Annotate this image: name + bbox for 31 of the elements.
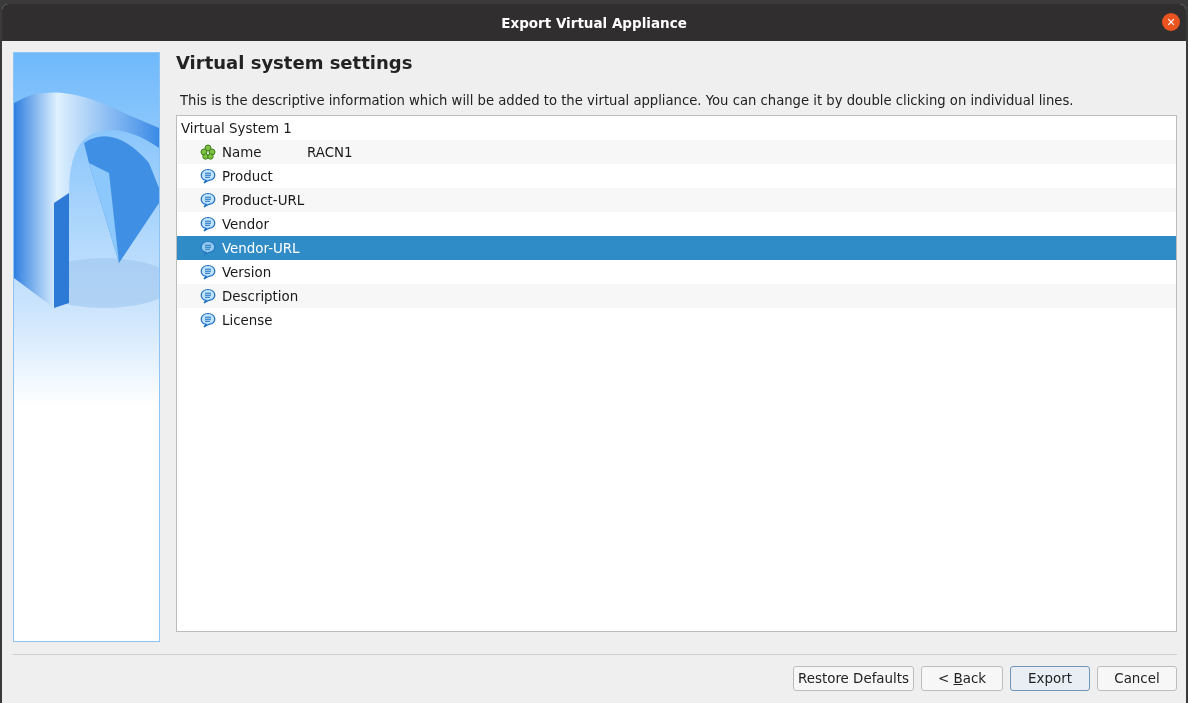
page-heading: Virtual system settings xyxy=(176,52,414,73)
speech-bubble-icon xyxy=(200,216,216,232)
setting-label: License xyxy=(222,312,274,328)
settings-tree[interactable]: Virtual System 1 Name RACN1 Product Product-URL Vendor Vendor-URL Version Description License xyxy=(176,115,1177,632)
speech-bubble-icon xyxy=(200,168,216,184)
speech-bubble-icon xyxy=(200,240,216,256)
speech-bubble-icon xyxy=(200,288,216,304)
setting-value: RACN1 xyxy=(307,144,353,160)
setting-label: Version xyxy=(222,264,273,280)
speech-bubble-icon xyxy=(200,312,216,328)
tree-row[interactable]: Description xyxy=(177,284,1176,308)
description-text: This is the descriptive information which will be added to the virtual appliance. You can change it by double clicking on individual lines. xyxy=(180,93,1075,108)
setting-label: Name xyxy=(222,144,263,160)
setting-label: Product-URL xyxy=(222,192,306,208)
dialog-button[interactable]: Restore Defaults xyxy=(793,666,914,691)
setting-label: Vendor-URL xyxy=(222,240,301,256)
dialog-button[interactable]: < Back xyxy=(921,666,1003,691)
tree-row[interactable]: Vendor-URL xyxy=(177,236,1176,260)
dialog-button[interactable]: Cancel xyxy=(1097,666,1177,691)
setting-label: Description xyxy=(222,288,300,304)
close-button[interactable]: × xyxy=(1162,13,1180,31)
setting-label: Product xyxy=(222,168,274,184)
tree-row[interactable]: Product-URL xyxy=(177,188,1176,212)
setting-label: Vendor xyxy=(222,216,271,232)
speech-bubble-icon xyxy=(200,192,216,208)
tree-row[interactable]: Name RACN1 xyxy=(177,140,1176,164)
speech-bubble-icon xyxy=(200,264,216,280)
tree-label: Virtual System 1 xyxy=(181,120,292,136)
clover-icon xyxy=(200,144,216,160)
dialog-button[interactable]: Export xyxy=(1010,666,1090,691)
window-title: Export Virtual Appliance xyxy=(501,14,687,31)
